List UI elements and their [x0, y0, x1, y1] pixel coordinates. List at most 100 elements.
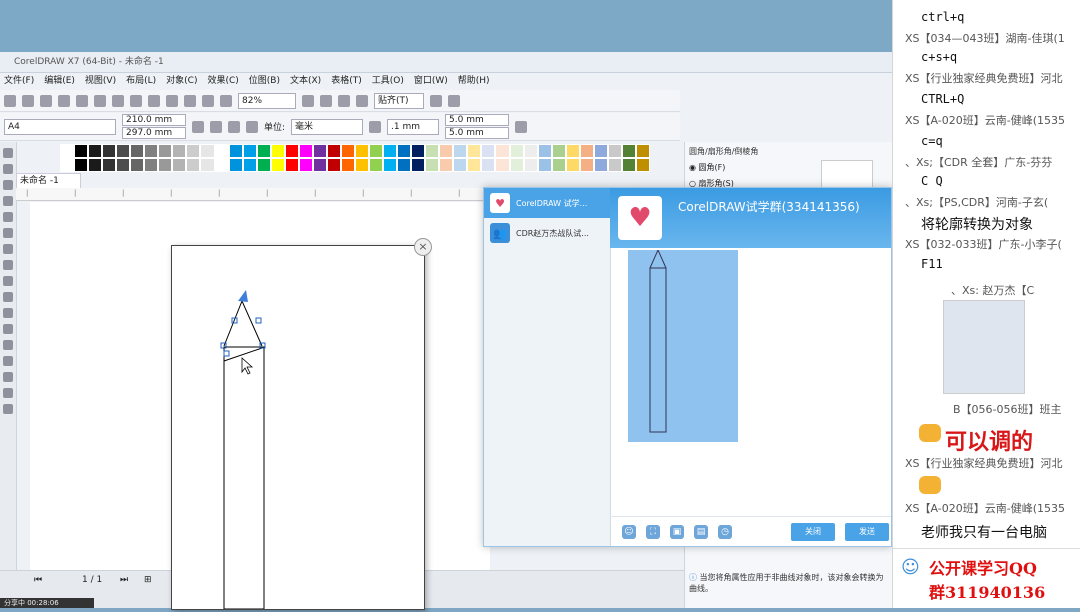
- palette-swatch[interactable]: [425, 158, 440, 172]
- current-page-icon[interactable]: [246, 120, 258, 133]
- menu-item[interactable]: 窗口(W): [414, 73, 448, 89]
- palette-swatch[interactable]: [284, 144, 299, 158]
- pick-tool-icon[interactable]: [3, 148, 13, 158]
- palette-swatch[interactable]: [60, 144, 75, 158]
- print-icon[interactable]: [58, 94, 70, 107]
- palette-swatch[interactable]: [621, 144, 636, 158]
- palette-swatch[interactable]: [495, 144, 510, 158]
- crop-tool-icon[interactable]: [3, 180, 13, 190]
- palette-swatch[interactable]: [369, 144, 384, 158]
- palette-swatch[interactable]: [565, 158, 580, 172]
- save-icon[interactable]: [40, 94, 52, 107]
- menu-item[interactable]: 位图(B): [249, 73, 280, 89]
- palette-swatch[interactable]: [495, 158, 510, 172]
- search-content-icon[interactable]: [166, 94, 178, 107]
- page-size-select[interactable]: A4: [4, 118, 116, 135]
- export-icon[interactable]: [202, 94, 214, 107]
- shape-tool-icon[interactable]: [3, 164, 13, 174]
- palette-swatch[interactable]: [158, 144, 173, 158]
- all-pages-icon[interactable]: [228, 120, 240, 133]
- palette-swatch[interactable]: [228, 158, 243, 172]
- copy-icon[interactable]: [94, 94, 106, 107]
- palette-swatch[interactable]: [383, 144, 398, 158]
- publish-pdf-icon[interactable]: [220, 94, 232, 107]
- palette-swatch[interactable]: [270, 158, 285, 172]
- palette-swatch[interactable]: [130, 158, 145, 172]
- cut-icon[interactable]: [76, 94, 88, 107]
- portrait-icon[interactable]: [192, 120, 204, 133]
- palette-swatch[interactable]: [228, 144, 243, 158]
- open-icon[interactable]: [22, 94, 34, 107]
- palette-swatch[interactable]: [481, 158, 496, 172]
- file-icon[interactable]: ▤: [694, 524, 708, 539]
- palette-swatch[interactable]: [635, 144, 650, 158]
- undo-icon[interactable]: [130, 94, 142, 107]
- interactive-fill-icon[interactable]: [3, 388, 13, 398]
- palette-swatch[interactable]: [523, 144, 538, 158]
- full-screen-icon[interactable]: [302, 94, 314, 107]
- palette-swatch[interactable]: [298, 144, 313, 158]
- menu-item[interactable]: 视图(V): [85, 73, 116, 89]
- duplicate-y-field[interactable]: 5.0 mm: [445, 127, 510, 139]
- palette-swatch[interactable]: [242, 158, 257, 172]
- palette-swatch[interactable]: [144, 144, 159, 158]
- polygon-tool-icon[interactable]: [3, 276, 13, 286]
- palette-swatch[interactable]: [635, 158, 650, 172]
- palette-swatch[interactable]: [74, 144, 89, 158]
- menu-item[interactable]: 效果(C): [207, 73, 238, 89]
- palette-swatch[interactable]: [186, 144, 201, 158]
- palette-swatch[interactable]: [214, 144, 229, 158]
- last-page-icon[interactable]: ⏭: [120, 575, 128, 585]
- zoom-select[interactable]: 82%: [238, 92, 296, 109]
- palette-swatch[interactable]: [172, 158, 187, 172]
- palette-swatch[interactable]: [312, 158, 327, 172]
- palette-swatch[interactable]: [88, 158, 103, 172]
- rulers-icon[interactable]: [320, 94, 332, 107]
- palette-swatch[interactable]: [593, 158, 608, 172]
- palette-swatch[interactable]: [509, 144, 524, 158]
- palette-swatch[interactable]: [397, 158, 412, 172]
- palette-swatch[interactable]: [172, 144, 187, 158]
- palette-swatch[interactable]: [439, 144, 454, 158]
- palette-swatch[interactable]: [116, 158, 131, 172]
- palette-swatch[interactable]: [326, 144, 341, 158]
- palette-swatch[interactable]: [270, 144, 285, 158]
- palette-swatch[interactable]: [411, 144, 426, 158]
- history-icon[interactable]: ◷: [718, 524, 732, 539]
- palette-swatch[interactable]: [102, 144, 117, 158]
- drop-shadow-icon[interactable]: [3, 340, 13, 350]
- palette-swatch[interactable]: [607, 158, 622, 172]
- screenshot-icon[interactable]: ⛶: [646, 524, 660, 539]
- freehand-tool-icon[interactable]: [3, 212, 13, 222]
- connector-tool-icon[interactable]: [3, 324, 13, 334]
- horizontal-ruler[interactable]: | | | | | | | | | |: [16, 188, 492, 201]
- palette-swatch[interactable]: [481, 144, 496, 158]
- menu-item[interactable]: 对象(C): [166, 73, 197, 89]
- palette-swatch[interactable]: [284, 158, 299, 172]
- snap-to-dropdown[interactable]: 贴齐(T): [374, 92, 424, 109]
- palette-swatch[interactable]: [116, 144, 131, 158]
- grid-icon[interactable]: [338, 94, 350, 107]
- palette-swatch[interactable]: [144, 158, 159, 172]
- palette-swatch[interactable]: [537, 158, 552, 172]
- palette-swatch[interactable]: [425, 144, 440, 158]
- close-icon[interactable]: ×: [414, 238, 432, 256]
- menu-item[interactable]: 帮助(H): [458, 73, 490, 89]
- smart-fill-icon[interactable]: [3, 404, 13, 414]
- redo-icon[interactable]: [148, 94, 160, 107]
- first-page-icon[interactable]: ⏮: [34, 575, 42, 585]
- palette-swatch[interactable]: [354, 144, 370, 158]
- palette-swatch[interactable]: [200, 144, 215, 158]
- palette-swatch[interactable]: [537, 144, 552, 158]
- palette-swatch[interactable]: [453, 144, 468, 158]
- palette-swatch[interactable]: [369, 158, 384, 172]
- application-launcher-icon[interactable]: [448, 94, 460, 107]
- menu-item[interactable]: 文件(F): [4, 73, 34, 89]
- color-palette[interactable]: [60, 144, 650, 172]
- palette-swatch[interactable]: [60, 158, 75, 172]
- palette-swatch[interactable]: [593, 144, 608, 158]
- guidelines-icon[interactable]: [356, 94, 368, 107]
- menu-item[interactable]: 文本(X): [290, 73, 321, 89]
- qq-contact-item[interactable]: 👥 CDR赵万杰战队试...: [484, 218, 610, 248]
- paste-icon[interactable]: [112, 94, 124, 107]
